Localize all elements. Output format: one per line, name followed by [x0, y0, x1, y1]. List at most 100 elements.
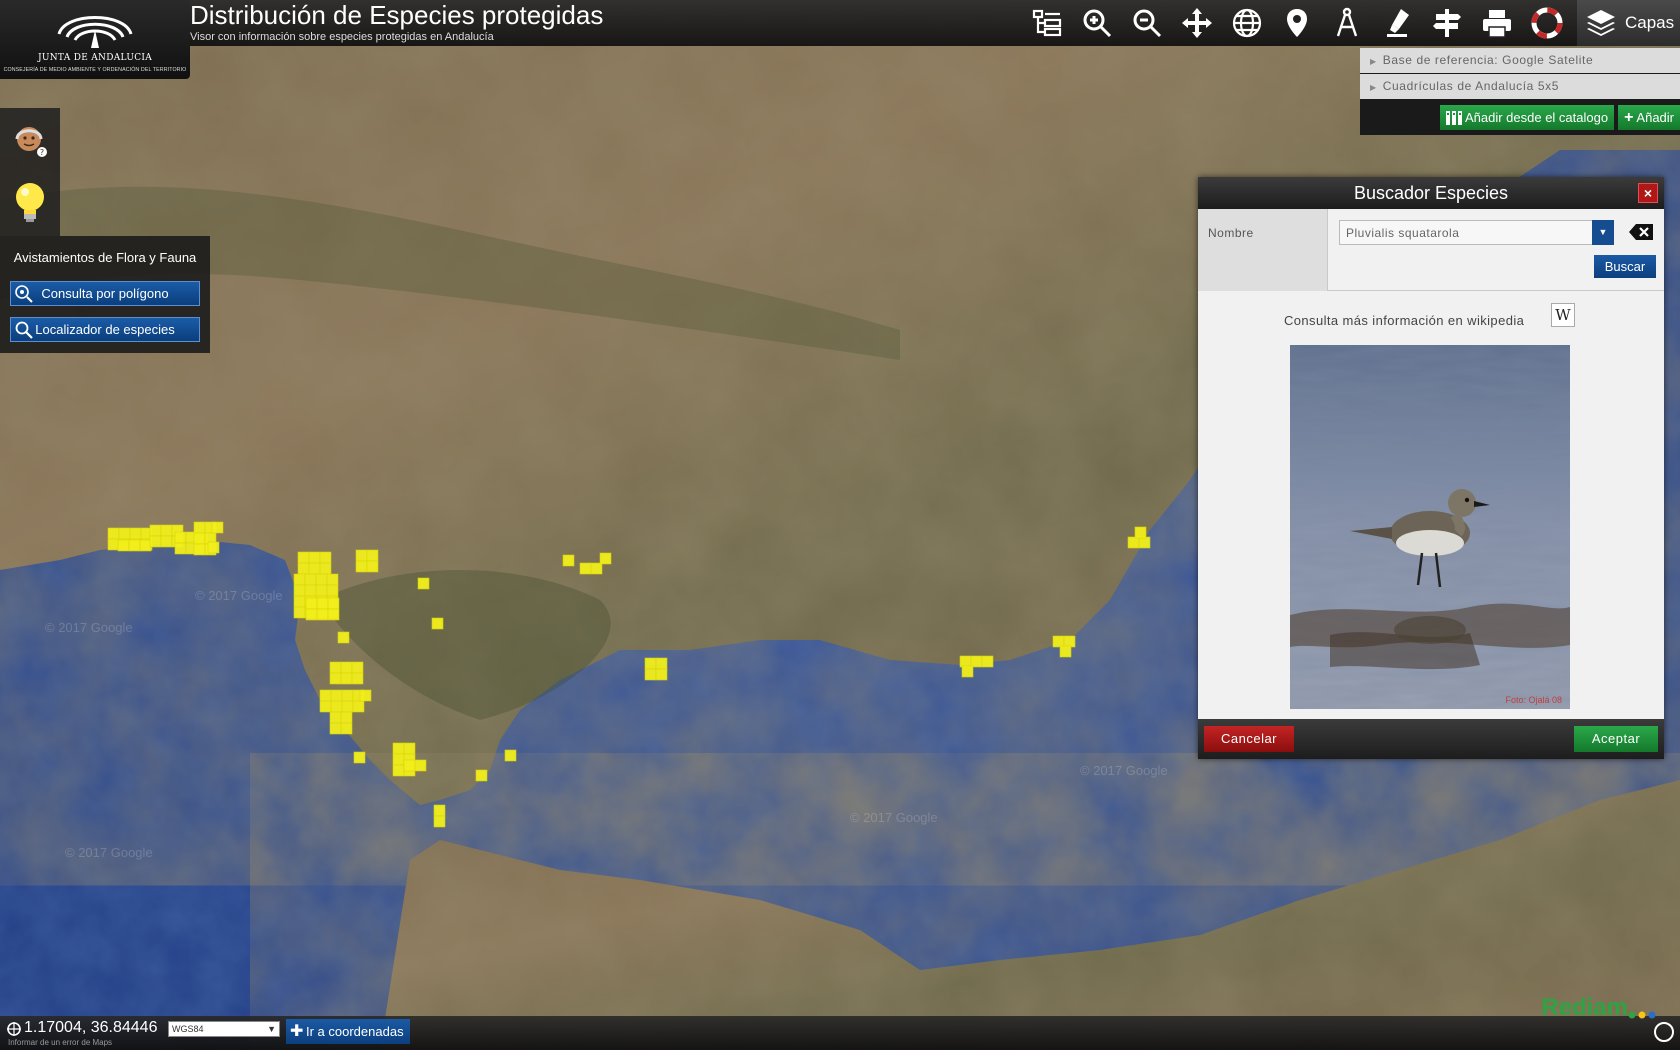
grid-cell	[392, 742, 405, 755]
cancel-button[interactable]: Cancelar	[1204, 726, 1294, 752]
close-button[interactable]: ×	[1638, 183, 1658, 203]
pan-button[interactable]	[1172, 0, 1222, 46]
lightbulb-icon	[16, 183, 44, 222]
name-label: Nombre	[1198, 209, 1328, 291]
compass-icon[interactable]	[1654, 1022, 1674, 1042]
help-button[interactable]	[1522, 0, 1572, 46]
globe-button[interactable]	[1222, 0, 1272, 46]
measure-button[interactable]	[1322, 0, 1372, 46]
species-name-input[interactable]	[1339, 220, 1594, 245]
grid-cell	[326, 573, 339, 586]
layers-stack-icon	[1587, 10, 1615, 36]
grid-cell	[139, 539, 152, 552]
grid-cell	[341, 700, 354, 713]
google-watermark: © 2017 Google	[195, 588, 283, 603]
flora-fauna-title: Avistamientos de Flora y Fauna	[13, 250, 197, 265]
grid-cell	[329, 711, 342, 724]
grid-cell	[590, 562, 603, 575]
polygon-query-button[interactable]: Consulta por polígono	[10, 281, 200, 306]
crs-select[interactable]: WGS84 ▼	[168, 1021, 280, 1037]
grid-cell	[174, 542, 187, 555]
chevron-down-icon: ▼	[1598, 227, 1608, 237]
page-subtitle: Visor con información sobre especies pro…	[190, 31, 494, 43]
globe-icon	[1232, 8, 1262, 38]
grid-cell	[329, 672, 342, 685]
grid-cell	[431, 617, 444, 630]
support-assistant-button[interactable]: ?	[0, 108, 60, 172]
layers-panel: ▶ Base de referencia: Google Satelite ▶ Cu…	[1360, 48, 1680, 135]
grid-cell	[304, 584, 317, 597]
crosshair-globe-icon	[7, 1022, 21, 1036]
polygon-query-icon	[15, 285, 33, 303]
grid-cell	[403, 759, 416, 772]
search-button[interactable]: Buscar	[1594, 255, 1656, 278]
bird-photo: Foto: Ojalá 08	[1290, 345, 1570, 709]
logo-title: JUNTA DE ANDALUCIA	[37, 53, 153, 63]
main-toolbar	[1022, 0, 1572, 46]
layer-item-grid[interactable]: ▶ Cuadrículas de Andalucía 5x5	[1360, 74, 1680, 99]
grid-cell	[329, 661, 342, 674]
grid-cell	[319, 700, 332, 713]
add-from-catalog-button[interactable]: Añadir desde el catalogo	[1439, 105, 1615, 130]
grid-cell	[329, 722, 342, 735]
zoom-out-button[interactable]	[1122, 0, 1172, 46]
pan-icon	[1182, 8, 1212, 38]
grid-cell	[1127, 536, 1140, 549]
grid-cell	[315, 584, 328, 597]
grid-cell	[359, 689, 372, 702]
species-photo: Foto: Ojalá 08	[1290, 345, 1570, 709]
grid-cell	[433, 804, 446, 817]
accept-button[interactable]: Aceptar	[1574, 726, 1658, 752]
dialog-header[interactable]: Buscador Especies ×	[1198, 177, 1664, 209]
dialog-footer: Cancelar Aceptar	[1198, 719, 1664, 759]
measure-icon	[1336, 7, 1358, 37]
grid-cell	[319, 551, 332, 564]
status-bar: 1.17004, 36.84446 WGS84 ▼ ✚ Ir a coordenad…	[0, 994, 1680, 1050]
grid-cell	[433, 815, 446, 828]
grid-cell	[644, 657, 657, 670]
print-button[interactable]	[1472, 0, 1522, 46]
grid-cell	[981, 655, 994, 668]
grid-cell	[970, 655, 983, 668]
species-locator-button[interactable]: Localizador de especies	[10, 317, 200, 342]
zoom-in-button[interactable]	[1072, 0, 1122, 46]
grid-cell	[293, 595, 306, 608]
grid-cell	[304, 573, 317, 586]
grid-cell	[959, 655, 972, 668]
layer-label: Base de referencia: Google Satelite	[1382, 53, 1594, 67]
add-layer-label: Añadir	[1636, 110, 1674, 125]
help-lifebuoy-icon	[1531, 7, 1563, 39]
flora-fauna-panel: Avistamientos de Flora y Fauna Consulta …	[0, 236, 210, 353]
report-maps-error-link[interactable]: Informar de un error de Maps	[8, 1038, 112, 1047]
grid-cell	[1059, 645, 1072, 658]
grid-cell	[107, 527, 120, 540]
species-search-dialog: Buscador Especies × Nombre ▼ Buscar Cons…	[1198, 177, 1664, 759]
grid-cell	[353, 751, 366, 764]
grid-cell	[351, 661, 364, 674]
junta-logo[interactable]: JUNTA DE ANDALUCIA CONSEJERÍA DE MEDIO A…	[0, 0, 190, 79]
grid-cell	[327, 597, 340, 610]
grid-cell	[366, 560, 379, 573]
grid-cell	[297, 551, 310, 564]
signpost-button[interactable]	[1422, 0, 1472, 46]
species-dropdown-button[interactable]: ▼	[1592, 220, 1614, 245]
layers-tree-button[interactable]	[1022, 0, 1072, 46]
zoom-out-icon	[1133, 9, 1162, 38]
expand-arrow-icon: ▶	[1370, 83, 1377, 92]
tips-button[interactable]	[0, 172, 60, 236]
add-layer-button[interactable]: + Añadir	[1618, 105, 1680, 130]
grid-cell	[305, 608, 318, 621]
draw-button[interactable]	[1372, 0, 1422, 46]
grid-cell	[366, 549, 379, 562]
clear-input-icon[interactable]	[1628, 223, 1654, 241]
layers-toggle-button[interactable]: Capas	[1577, 0, 1680, 46]
add-from-catalog-label: Añadir desde el catalogo	[1464, 110, 1609, 125]
grid-cell	[316, 597, 329, 610]
goto-coordinates-button[interactable]: ✚ Ir a coordenadas	[286, 1019, 410, 1044]
grid-cell	[129, 527, 142, 540]
location-button[interactable]	[1272, 0, 1322, 46]
layer-item-base[interactable]: ▶ Base de referencia: Google Satelite	[1360, 48, 1680, 73]
grid-cell	[504, 749, 517, 762]
wikipedia-button[interactable]: W	[1551, 303, 1575, 327]
grid-cell	[128, 539, 141, 552]
